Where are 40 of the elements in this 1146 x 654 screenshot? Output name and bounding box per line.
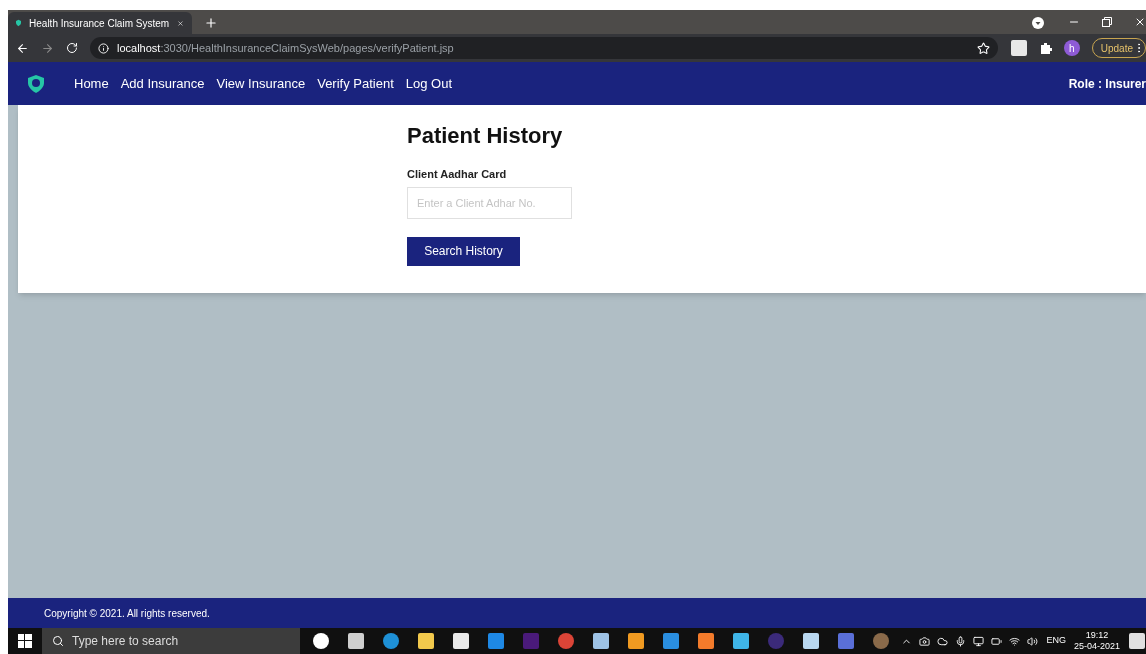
info-icon bbox=[98, 42, 109, 54]
search-icon bbox=[52, 635, 64, 647]
profile-avatar[interactable]: h bbox=[1063, 40, 1080, 56]
language-indicator[interactable]: ENG bbox=[1046, 634, 1066, 648]
cloud-icon[interactable] bbox=[937, 635, 949, 647]
shield-icon bbox=[16, 18, 22, 28]
wifi-icon[interactable] bbox=[1009, 635, 1021, 647]
nav-link[interactable]: Home bbox=[74, 73, 109, 94]
taskbar-search-field[interactable]: Type here to search bbox=[42, 628, 300, 654]
browser-tab[interactable]: Health Insurance Claim System bbox=[8, 12, 192, 34]
search-history-button[interactable]: Search History bbox=[407, 236, 520, 266]
url-text: localhost:3030/HealthInsuranceClaimSysWeb/pages/verifyPatient.jsp bbox=[117, 40, 455, 56]
field-label: Client Aadhar Card bbox=[407, 167, 507, 182]
shield-logo-icon bbox=[26, 73, 46, 94]
dropdown-icon[interactable] bbox=[1032, 17, 1044, 29]
nav-link[interactable]: Log Out bbox=[405, 73, 453, 94]
role-text: Role : Insurer bbox=[1068, 75, 1146, 93]
nav-link[interactable]: Add Insurance bbox=[120, 73, 205, 94]
forward-icon[interactable] bbox=[41, 41, 54, 55]
tab-title: Health Insurance Claim System bbox=[29, 16, 170, 31]
close-window-icon[interactable] bbox=[1134, 16, 1146, 28]
nav-link[interactable]: Verify Patient bbox=[317, 73, 394, 94]
address-bar[interactable]: localhost:3030/HealthInsuranceClaimSysWeb/pages/verifyPatient.jsp bbox=[90, 37, 998, 59]
search-placeholder: Type here to search bbox=[72, 633, 179, 650]
new-tab-icon[interactable] bbox=[204, 16, 218, 30]
star-icon[interactable] bbox=[976, 41, 990, 55]
camera-icon[interactable] bbox=[919, 635, 931, 647]
puzzle-icon[interactable] bbox=[1039, 42, 1052, 54]
monitor-icon[interactable] bbox=[973, 635, 985, 647]
microphone-icon[interactable] bbox=[955, 635, 967, 647]
page-heading: Patient History bbox=[407, 122, 563, 150]
back-icon[interactable] bbox=[16, 41, 29, 55]
clock-time: 19:12 bbox=[1085, 630, 1109, 641]
restore-icon[interactable] bbox=[1102, 17, 1112, 27]
clock-date: 25-04-2021 bbox=[1073, 641, 1120, 652]
nav-link[interactable]: View Insurance bbox=[216, 73, 306, 94]
windows-icon[interactable] bbox=[18, 634, 32, 648]
volume-icon[interactable] bbox=[1027, 635, 1039, 647]
copyright-text: Copyright © 2021. All rights reserved. bbox=[44, 606, 210, 621]
reload-icon[interactable] bbox=[66, 42, 78, 54]
